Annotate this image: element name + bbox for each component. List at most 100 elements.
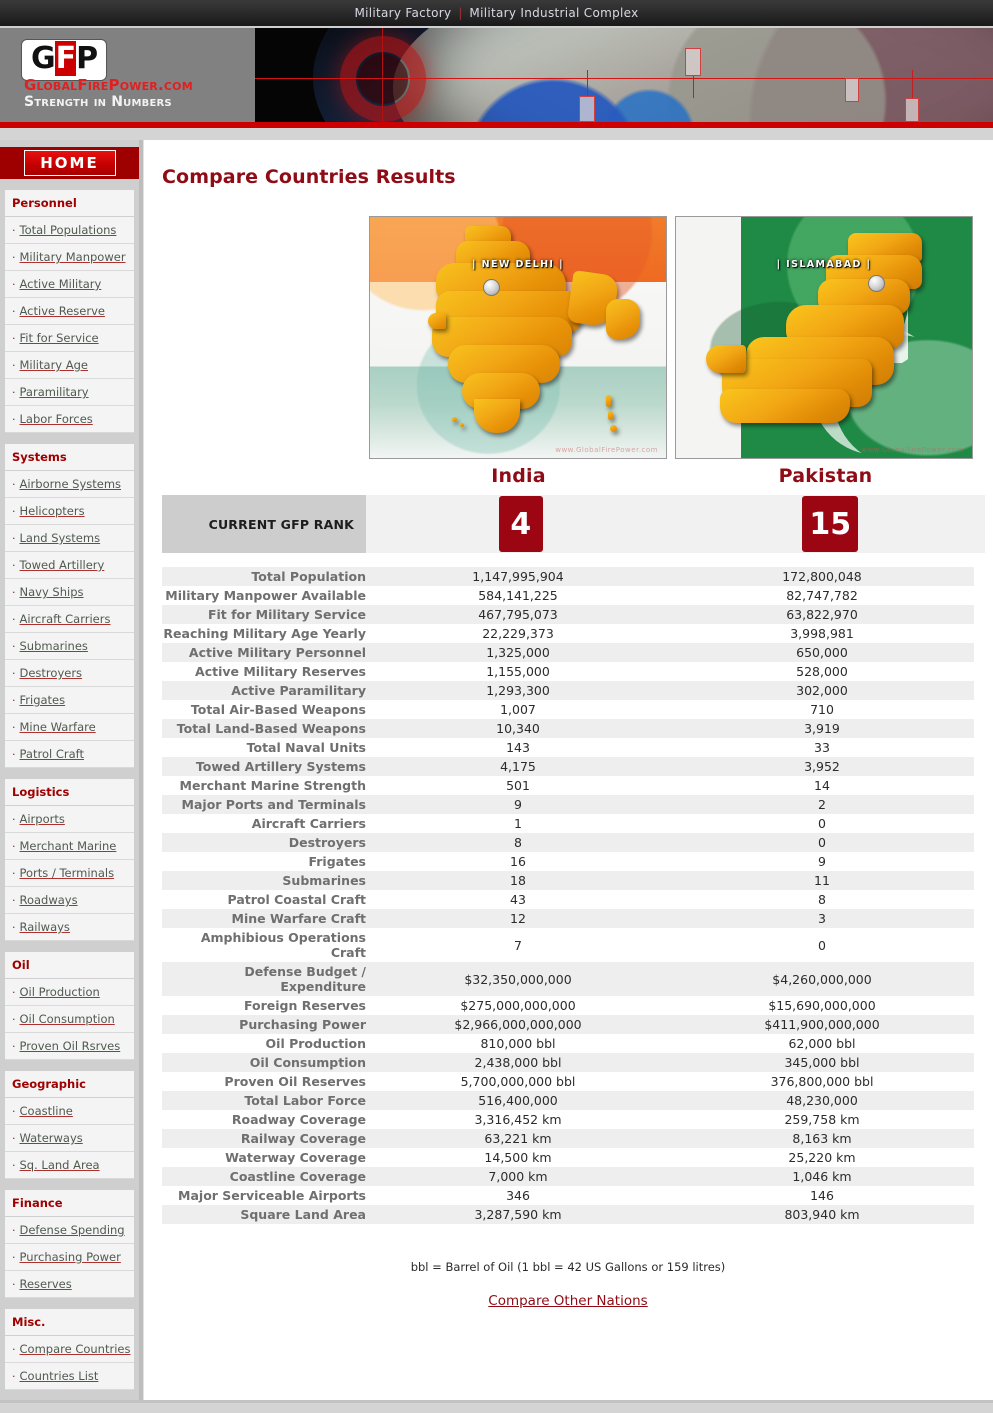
sidebar-item-reserves[interactable]: · Reserves (5, 1271, 134, 1298)
sidebar-item-labor-forces[interactable]: · Labor Forces (5, 406, 134, 433)
sidebar-item-navy-ships[interactable]: · Navy Ships (5, 579, 134, 606)
sidebar-item-label[interactable]: Military Manpower (20, 250, 126, 264)
stat-label: Total Naval Units (162, 738, 366, 757)
bullet-icon: · (12, 251, 16, 264)
stat-label: Defense Budget / Expenditure (162, 962, 366, 996)
country-map-india[interactable]: | NEW DELHI | www.GlobalFirePower.com (369, 216, 667, 459)
stat-value-india: 3,316,452 km (366, 1110, 670, 1129)
sidebar-item-label[interactable]: Land Systems (20, 531, 101, 545)
sidebar-item-waterways[interactable]: · Waterways (5, 1125, 134, 1152)
sidebar-item-label[interactable]: Destroyers (20, 666, 83, 680)
gfp-logo[interactable]: GFP (22, 40, 107, 80)
sidebar-item-oil-production[interactable]: · Oil Production (5, 979, 134, 1006)
sidebar-item-label[interactable]: Countries List (20, 1369, 99, 1383)
sidebar-item-airports[interactable]: · Airports (5, 806, 134, 833)
sidebar-item-label[interactable]: Submarines (20, 639, 88, 653)
sidebar-item-label[interactable]: Mine Warfare (20, 720, 96, 734)
sidebar-item-active-military[interactable]: · Active Military (5, 271, 134, 298)
sidebar-item-sq-land-area[interactable]: · Sq. Land Area (5, 1152, 134, 1179)
home-button[interactable]: HOME (0, 147, 139, 179)
main-content: Compare Countries Results | NEW DELHI | … (143, 140, 993, 1400)
sidebar-item-label[interactable]: Frigates (20, 693, 66, 707)
sidebar-item-label[interactable]: Oil Consumption (20, 1012, 115, 1026)
stat-value-india: 18 (366, 871, 670, 890)
sidebar-item-submarines[interactable]: · Submarines (5, 633, 134, 660)
sidebar-item-label[interactable]: Railways (20, 920, 70, 934)
sidebar-item-label[interactable]: Merchant Marine (20, 839, 117, 853)
sidebar-item-roadways[interactable]: · Roadways (5, 887, 134, 914)
table-row: Railway Coverage 63,221 km 8,163 km (162, 1129, 974, 1148)
sidebar-item-label[interactable]: Helicopters (20, 504, 85, 518)
sidebar-item-ports-terminals[interactable]: · Ports / Terminals (5, 860, 134, 887)
sidebar-item-coastline[interactable]: · Coastline (5, 1098, 134, 1125)
sidebar-item-label[interactable]: Waterways (20, 1131, 83, 1145)
stat-value-india: $32,350,000,000 (366, 962, 670, 996)
stat-label: Active Paramilitary (162, 681, 366, 700)
stat-value-pakistan: 11 (670, 871, 974, 890)
sidebar-item-label[interactable]: Roadways (20, 893, 78, 907)
sidebar-item-label[interactable]: Ports / Terminals (20, 866, 115, 880)
sidebar-item-label[interactable]: Oil Production (20, 985, 100, 999)
sidebar-item-proven-oil-rsrves[interactable]: · Proven Oil Rsrves (5, 1033, 134, 1060)
bullet-icon: · (12, 532, 16, 545)
topbar-link-military-industrial-complex[interactable]: Military Industrial Complex (469, 6, 638, 20)
sidebar-item-label[interactable]: Sq. Land Area (20, 1158, 100, 1172)
sidebar-item-label[interactable]: Active Military (20, 277, 102, 291)
sidebar-item-compare-countries[interactable]: · Compare Countries (5, 1336, 134, 1363)
sidebar-item-label[interactable]: Purchasing Power (20, 1250, 121, 1264)
sidebar-item-oil-consumption[interactable]: · Oil Consumption (5, 1006, 134, 1033)
top-utility-bar: Military Factory | Military Industrial C… (0, 0, 993, 28)
sidebar-item-mine-warfare[interactable]: · Mine Warfare (5, 714, 134, 741)
andaman-islands-shape (608, 411, 613, 420)
sidebar-item-countries-list[interactable]: · Countries List (5, 1363, 134, 1390)
country-map-pakistan[interactable]: | ISLAMABAD | www.GlobalFirePower.com (675, 216, 973, 459)
sidebar-item-label[interactable]: Compare Countries (20, 1342, 131, 1356)
sidebar-item-label[interactable]: Total Populations (20, 223, 117, 237)
sidebar-item-total-populations[interactable]: · Total Populations (5, 217, 134, 244)
target-marker-stem (587, 70, 588, 96)
sidebar-item-label[interactable]: Patrol Craft (20, 747, 85, 761)
sidebar-item-land-systems[interactable]: · Land Systems (5, 525, 134, 552)
sidebar-item-military-age[interactable]: · Military Age (5, 352, 134, 379)
sidebar-item-merchant-marine[interactable]: · Merchant Marine (5, 833, 134, 860)
topbar-link-military-factory[interactable]: Military Factory (354, 6, 451, 20)
sidebar-item-aircraft-carriers[interactable]: · Aircraft Carriers (5, 606, 134, 633)
sidebar-item-patrol-craft[interactable]: · Patrol Craft (5, 741, 134, 768)
table-row: Total Land-Based Weapons 10,340 3,919 (162, 719, 974, 738)
sidebar-item-label[interactable]: Military Age (20, 358, 89, 372)
stat-value-pakistan: 8,163 km (670, 1129, 974, 1148)
site-header: GFP GlobalFirePower.com Strength in Numb… (0, 28, 993, 128)
sidebar-item-label[interactable]: Airborne Systems (20, 477, 122, 491)
sidebar-item-label[interactable]: Paramilitary (20, 385, 89, 399)
table-row: Purchasing Power $2,966,000,000,000 $411,9… (162, 1015, 974, 1034)
sidebar-item-purchasing-power[interactable]: · Purchasing Power (5, 1244, 134, 1271)
brand-tagline-secondary: Strength in Numbers (24, 94, 172, 110)
sidebar-item-label[interactable]: Towed Artillery (20, 558, 105, 572)
sidebar-item-label[interactable]: Aircraft Carriers (20, 612, 111, 626)
stat-label: Proven Oil Reserves (162, 1072, 366, 1091)
stat-label: Patrol Coastal Craft (162, 890, 366, 909)
sidebar-item-label[interactable]: Coastline (20, 1104, 73, 1118)
sidebar-item-label[interactable]: Navy Ships (20, 585, 84, 599)
sidebar-item-label[interactable]: Active Reserve (20, 304, 105, 318)
compare-other-nations-link[interactable]: Compare Other Nations (488, 1293, 647, 1309)
bullet-icon: · (12, 1013, 16, 1026)
sidebar-item-towed-artillery[interactable]: · Towed Artillery (5, 552, 134, 579)
sidebar-item-label[interactable]: Defense Spending (20, 1223, 125, 1237)
sidebar-item-airborne-systems[interactable]: · Airborne Systems (5, 471, 134, 498)
sidebar-item-active-reserve[interactable]: · Active Reserve (5, 298, 134, 325)
sidebar-item-frigates[interactable]: · Frigates (5, 687, 134, 714)
sidebar-item-fit-for-service[interactable]: · Fit for Service (5, 325, 134, 352)
sidebar-item-label[interactable]: Fit for Service (20, 331, 99, 345)
sidebar-item-paramilitary[interactable]: · Paramilitary (5, 379, 134, 406)
sidebar-item-helicopters[interactable]: · Helicopters (5, 498, 134, 525)
sidebar-item-railways[interactable]: · Railways (5, 914, 134, 941)
sidebar-item-label[interactable]: Proven Oil Rsrves (20, 1039, 121, 1053)
sidebar-item-label[interactable]: Reserves (20, 1277, 72, 1291)
sidebar-item-military-manpower[interactable]: · Military Manpower (5, 244, 134, 271)
sidebar-item-destroyers[interactable]: · Destroyers (5, 660, 134, 687)
sidebar-item-label[interactable]: Labor Forces (20, 412, 93, 426)
table-row: Major Ports and Terminals 9 2 (162, 795, 974, 814)
sidebar-item-label[interactable]: Airports (20, 812, 65, 826)
sidebar-item-defense-spending[interactable]: · Defense Spending (5, 1217, 134, 1244)
